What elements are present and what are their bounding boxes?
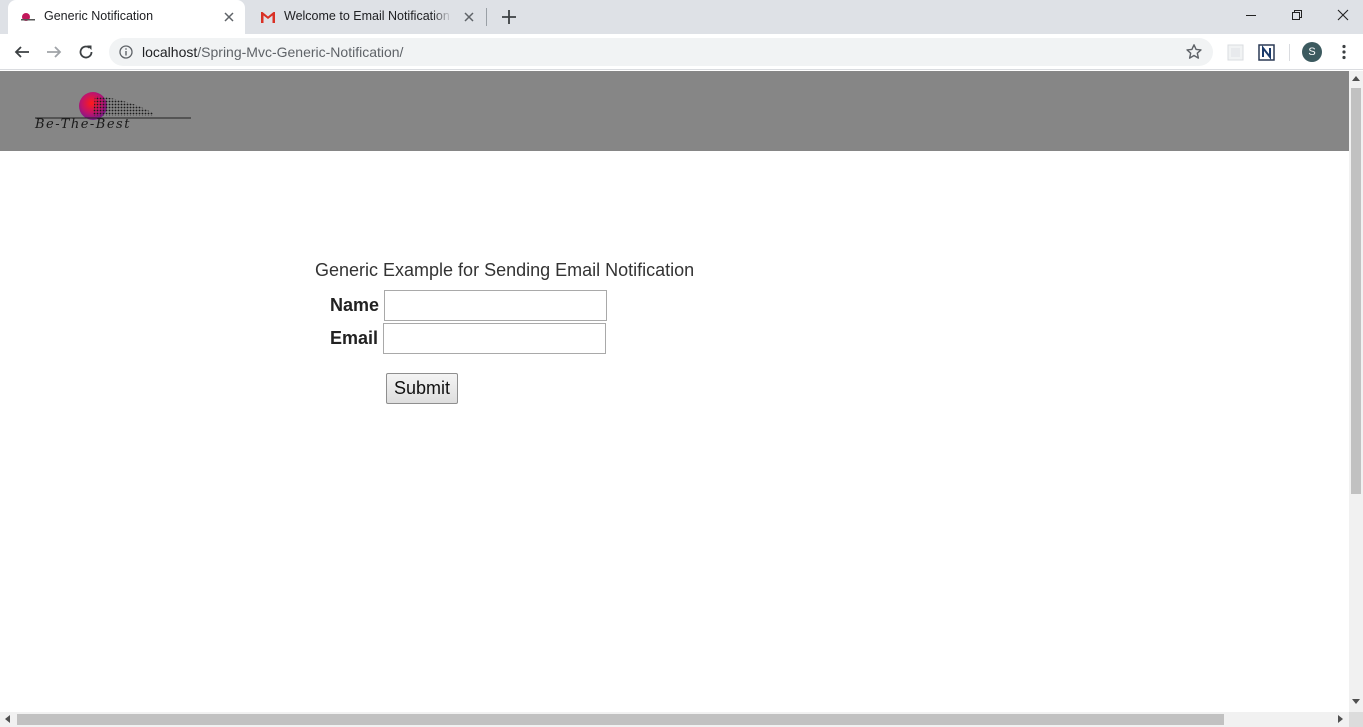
name-label: Name <box>330 295 380 315</box>
tab-title: Generic Notification <box>44 9 154 23</box>
address-bar[interactable]: localhost/Spring-Mvc-Generic-Notificatio… <box>109 38 1213 66</box>
close-tab-icon[interactable] <box>221 9 237 25</box>
vertical-scrollbar[interactable] <box>1349 71 1363 712</box>
url-host: localhost <box>142 44 198 60</box>
n-extension-icon[interactable] <box>1258 44 1275 61</box>
vertical-scroll-thumb[interactable] <box>1351 88 1361 494</box>
new-tab-icon[interactable] <box>499 7 519 27</box>
extension-icon[interactable] <box>1227 44 1244 61</box>
horizontal-scrollbar[interactable] <box>0 712 1349 727</box>
minimize-button[interactable] <box>1228 0 1274 30</box>
tab-generic-notification[interactable]: Generic Notification <box>8 0 245 34</box>
forward-button[interactable] <box>42 40 66 64</box>
header-banner: Be-The-Best <box>0 71 1349 151</box>
info-icon[interactable] <box>119 45 133 59</box>
restore-button[interactable] <box>1274 0 1320 30</box>
tab-separator <box>486 8 487 26</box>
gmail-icon <box>261 12 275 23</box>
profile-avatar[interactable]: S <box>1302 42 1322 62</box>
reload-button[interactable] <box>74 40 98 64</box>
toolbar-separator <box>1289 44 1290 61</box>
page-viewport: Be-The-Best Generic Example for Sending … <box>0 71 1349 712</box>
url-path: /Spring-Mvc-Generic-Notification/ <box>197 44 404 60</box>
close-window-button[interactable] <box>1320 0 1363 30</box>
scroll-up-arrow-icon[interactable] <box>1352 76 1360 81</box>
sunset-logo-icon <box>21 13 35 21</box>
name-input[interactable] <box>384 290 607 321</box>
url-text: localhost/Spring-Mvc-Generic-Notificatio… <box>142 44 403 60</box>
minimize-icon <box>1246 15 1256 16</box>
forward-arrow-icon <box>47 46 62 58</box>
horizontal-scroll-thumb[interactable] <box>17 714 1224 725</box>
tab-strip: Generic Notification Welcome to Email No… <box>0 0 1363 34</box>
browser-menu-button[interactable] <box>1335 42 1353 62</box>
page-heading: Generic Example for Sending Email Notifi… <box>315 260 695 280</box>
email-input[interactable] <box>383 323 606 354</box>
scroll-right-arrow-icon[interactable] <box>1338 715 1343 723</box>
tab-title: Welcome to Email Notification - s <box>284 9 452 23</box>
logo-text: Be-The-Best <box>34 117 131 131</box>
be-the-best-logo: Be-The-Best <box>34 92 191 131</box>
back-arrow-icon <box>14 46 29 58</box>
back-button[interactable] <box>10 40 34 64</box>
scroll-down-arrow-icon[interactable] <box>1352 699 1360 704</box>
bookmark-star-icon[interactable] <box>1185 43 1203 61</box>
restore-icon <box>1292 10 1302 20</box>
close-tab-icon[interactable] <box>461 9 477 25</box>
close-icon <box>1337 9 1349 21</box>
tab-email-notification[interactable]: Welcome to Email Notification - s <box>248 0 485 34</box>
browser-toolbar: localhost/Spring-Mvc-Generic-Notificatio… <box>0 34 1363 70</box>
submit-button[interactable]: Submit <box>386 373 458 404</box>
scroll-left-arrow-icon[interactable] <box>5 715 10 723</box>
more-vert-icon <box>1342 44 1346 60</box>
reload-icon <box>79 45 93 59</box>
email-label: Email <box>330 328 379 348</box>
scrollbar-corner <box>1349 712 1363 727</box>
